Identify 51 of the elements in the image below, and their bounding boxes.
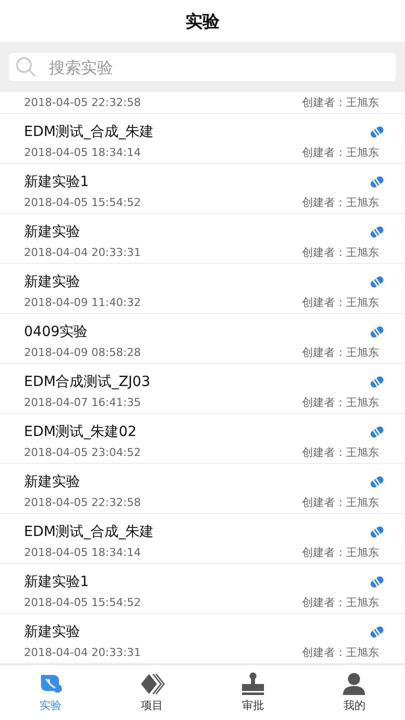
creator-label: 创建者：王旭东 [302, 594, 380, 610]
creator-label: 创建者：王旭东 [302, 444, 380, 460]
created-date: 2018-04-05 15:54:52 [24, 196, 141, 208]
created-date: 2018-04-09 08:58:28 [24, 346, 141, 358]
experiment-title[interactable]: 新建实验1 [24, 572, 89, 590]
experiment-title[interactable]: 新建实验 [24, 622, 80, 640]
created-date: 2018-04-05 15:54:52 [24, 596, 141, 608]
created-date: 2018-04-04 20:33:31 [24, 246, 141, 258]
created-date: 2018-04-07 16:41:35 [24, 396, 141, 408]
creator-label: 创建者：王旭东 [302, 394, 380, 410]
created-date: 2018-04-05 22:32:58 [24, 496, 141, 508]
experiment-title[interactable]: EDM测试_合成_朱建 [24, 522, 154, 540]
pencil-icon[interactable] [369, 174, 385, 188]
creator-label: 创建者：王旭东 [302, 144, 380, 160]
experiment-title[interactable]: EDM测试_合成_朱建 [24, 122, 154, 140]
pencil-icon[interactable] [369, 124, 385, 138]
experiment-title[interactable]: 0409实验 [24, 322, 88, 340]
created-date: 2018-04-05 22:32:58 [24, 96, 141, 109]
creator-label: 创建者：王旭东 [302, 544, 380, 560]
pencil-icon[interactable] [369, 274, 385, 288]
experiment-title[interactable]: EDM测试_朱建02 [24, 422, 137, 440]
person-icon [341, 672, 368, 696]
pencil-icon[interactable] [369, 424, 385, 438]
creator-label: 创建者：王旭东 [302, 194, 380, 210]
created-date: 2018-04-09 11:40:32 [24, 296, 141, 308]
created-date: 2018-04-04 20:33:31 [24, 646, 141, 658]
created-date: 2018-04-05 23:04:52 [24, 446, 141, 458]
layers-icon [138, 672, 165, 696]
creator-label: 创建者：王旭东 [302, 95, 380, 110]
creator-label: 创建者：王旭东 [302, 344, 380, 360]
experiment-title[interactable]: 新建实验 [24, 272, 80, 290]
pencil-icon[interactable] [369, 524, 385, 538]
search-field[interactable]: 搜索实验 [9, 53, 396, 81]
page-title: 实验 [186, 10, 220, 32]
pencil-icon[interactable] [369, 574, 385, 588]
creator-label: 创建者：王旭东 [302, 644, 380, 660]
experiment-title[interactable]: 新建实验1 [24, 172, 89, 190]
creator-label: 创建者：王旭东 [302, 244, 380, 260]
pencil-icon[interactable] [369, 324, 385, 338]
creator-label: 创建者：王旭东 [302, 494, 380, 510]
created-date: 2018-04-05 18:34:14 [24, 546, 141, 558]
pencil-icon[interactable] [369, 624, 385, 638]
stamp-icon [240, 672, 266, 696]
creator-label: 创建者：王旭东 [302, 294, 380, 310]
created-date: 2018-04-05 18:34:14 [24, 146, 141, 158]
pencil-icon[interactable] [369, 374, 385, 388]
pencil-icon[interactable] [369, 224, 385, 238]
experiment-title[interactable]: 新建实验 [24, 472, 80, 490]
pencil-icon[interactable] [369, 474, 385, 488]
experiment-title[interactable]: 新建实验 [24, 222, 80, 240]
experiment-title[interactable]: EDM合成测试_ZJ03 [24, 372, 150, 390]
